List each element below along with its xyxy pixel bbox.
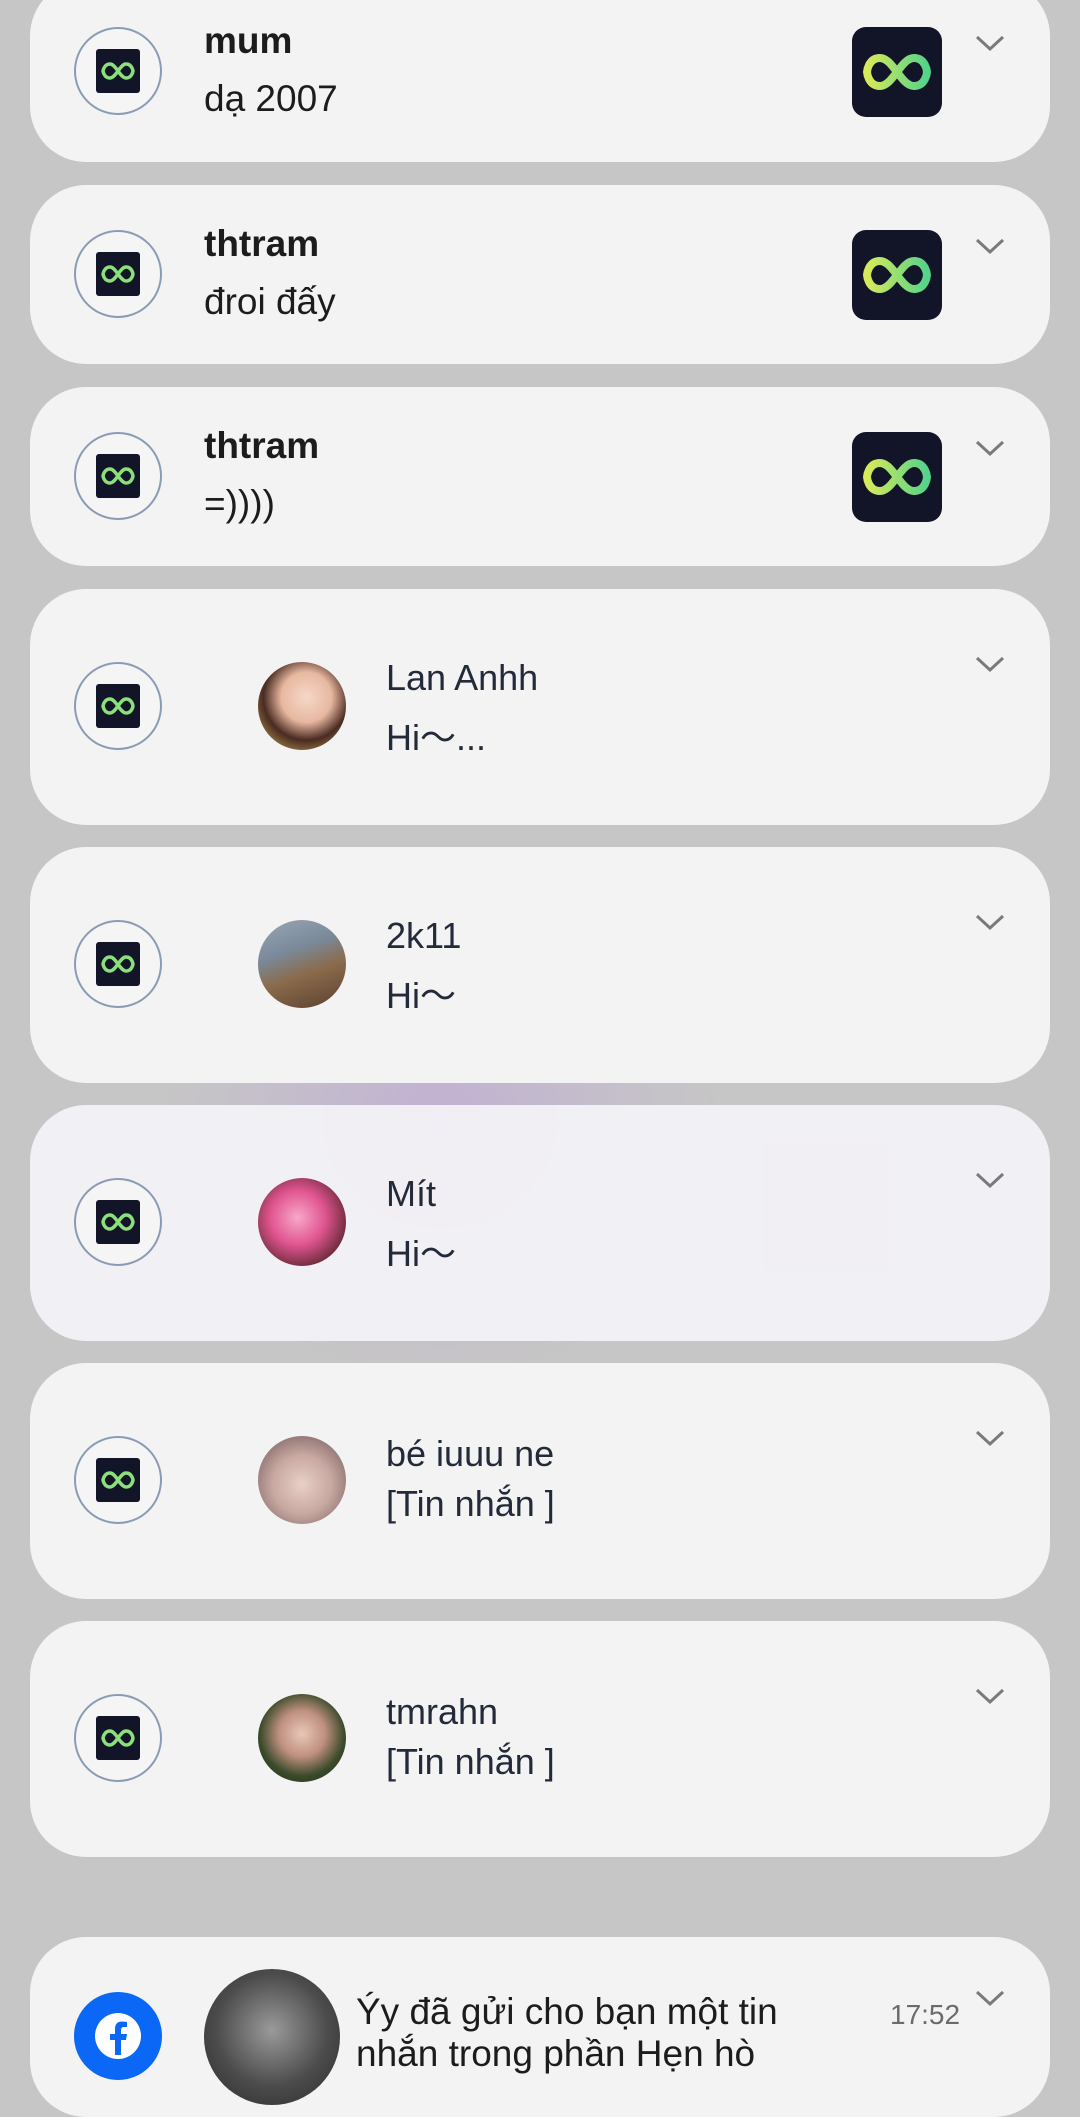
notification-card[interactable]: mum dạ 2007 [30, 0, 1050, 162]
infinity-icon [96, 684, 140, 728]
chat-message: Hi～... [386, 717, 487, 758]
infinity-icon [852, 432, 942, 522]
chat-message: Hi～ [386, 975, 456, 1016]
infinity-icon [96, 1716, 140, 1760]
chevron-down-icon[interactable] [972, 909, 1008, 935]
notification-text: dạ 2007 [204, 78, 338, 119]
chat-notification-card[interactable]: Mít Hi～ [30, 1105, 1050, 1341]
chevron-down-icon[interactable] [972, 651, 1008, 677]
chevron-down-icon[interactable] [972, 435, 1008, 461]
chat-notification-card[interactable]: Lan Anhh Hi～... [30, 589, 1050, 825]
facebook-message: Ýy đã gửi cho bạn một tin nhắn trong phầ… [356, 1991, 778, 2074]
chevron-down-icon[interactable] [972, 233, 1008, 259]
notification-card[interactable]: thtram đroi đấy [30, 185, 1050, 364]
infinity-icon [96, 49, 140, 93]
chat-sender-name: Lan Anhh [386, 657, 539, 698]
avatar [258, 920, 346, 1008]
chat-message: [Tin nhắn ] [386, 1483, 555, 1524]
app-icon-circle [74, 1178, 162, 1266]
app-icon-circle [74, 662, 162, 750]
chevron-down-icon[interactable] [972, 1985, 1008, 2011]
chat-sender-name: tmrahn [386, 1691, 499, 1732]
infinity-icon [852, 230, 942, 320]
infinity-icon [96, 942, 140, 986]
facebook-icon [74, 1992, 162, 2080]
chat-sender-name: bé iuuu ne [386, 1433, 555, 1474]
chat-message: Hi～ [386, 1233, 456, 1274]
app-icon-circle [74, 230, 162, 318]
infinity-icon [96, 454, 140, 498]
chevron-down-icon[interactable] [972, 1683, 1008, 1709]
avatar [258, 662, 346, 750]
chat-sender-name: Mít [386, 1173, 436, 1214]
facebook-notification-card[interactable]: Ýy đã gửi cho bạn một tin nhắn trong phầ… [30, 1937, 1050, 2117]
infinity-icon [96, 1458, 140, 1502]
notification-title: thtram [204, 425, 320, 466]
notification-time: 17:52 [890, 1999, 961, 2030]
app-icon-circle [74, 920, 162, 1008]
chat-sender-name: 2k11 [386, 915, 462, 956]
notification-title: mum [204, 20, 293, 61]
infinity-icon [852, 27, 942, 117]
avatar [258, 1436, 346, 1524]
app-icon-circle [74, 432, 162, 520]
avatar [258, 1694, 346, 1782]
notification-card[interactable]: thtram =)))) [30, 387, 1050, 566]
chevron-down-icon[interactable] [972, 1167, 1008, 1193]
chat-notification-card[interactable]: bé iuuu ne [Tin nhắn ] [30, 1363, 1050, 1599]
avatar [204, 1969, 340, 2105]
avatar [258, 1178, 346, 1266]
infinity-icon [96, 252, 140, 296]
chevron-down-icon[interactable] [972, 1425, 1008, 1451]
app-icon-circle [74, 1436, 162, 1524]
infinity-icon [96, 1200, 140, 1244]
notification-title: thtram [204, 223, 320, 264]
app-icon-circle [74, 27, 162, 115]
notification-text: =)))) [204, 483, 275, 524]
chat-message: [Tin nhắn ] [386, 1741, 555, 1782]
chevron-down-icon[interactable] [972, 30, 1008, 56]
notification-text: đroi đấy [204, 281, 336, 322]
chat-notification-card[interactable]: 2k11 Hi～ [30, 847, 1050, 1083]
chat-notification-card[interactable]: tmrahn [Tin nhắn ] [30, 1621, 1050, 1857]
app-icon-circle [74, 1694, 162, 1782]
